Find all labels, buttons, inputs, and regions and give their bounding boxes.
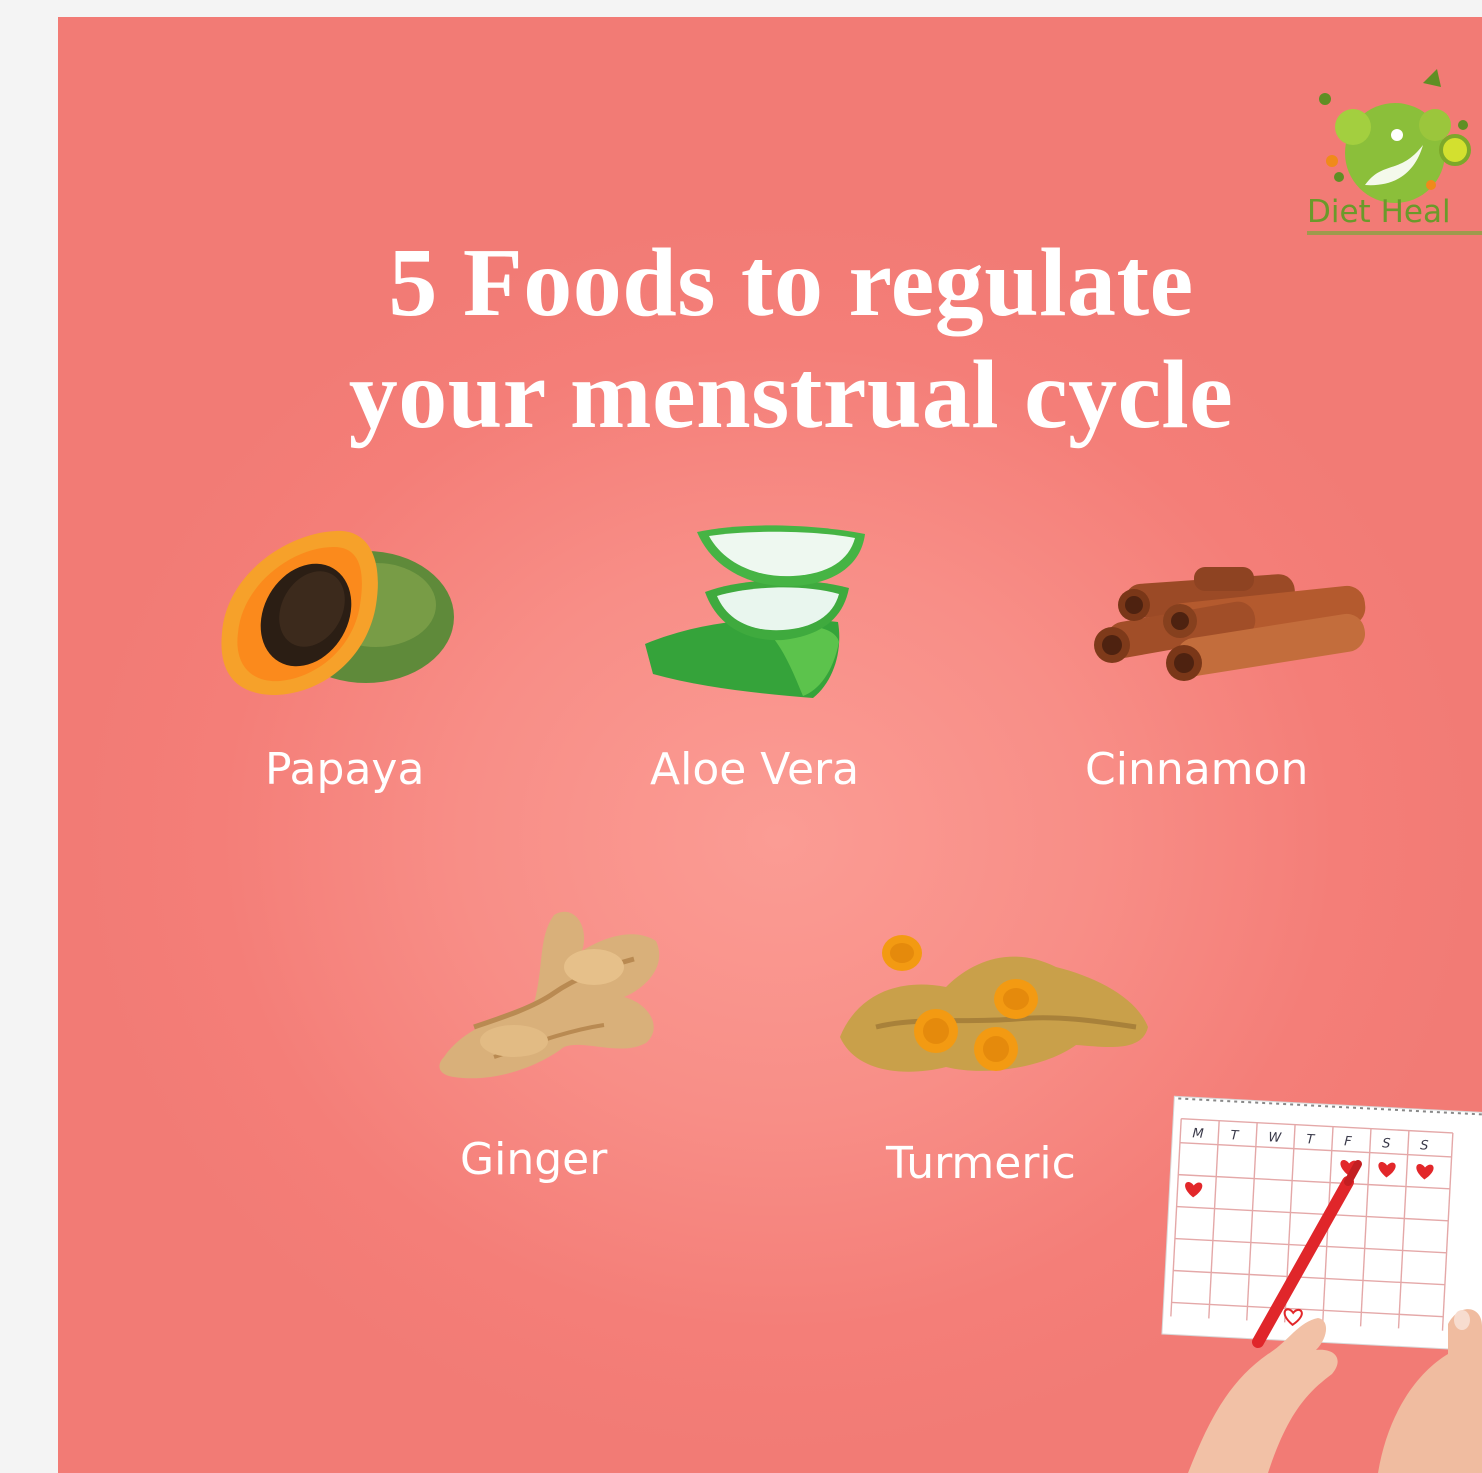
- weekday-label: W: [1268, 1130, 1283, 1146]
- food-label-aloe-vera: Aloe Vera: [650, 744, 860, 795]
- food-label-cinnamon: Cinnamon: [1085, 744, 1309, 795]
- infographic-card: Diet Heal 5 Foods to regulate your menst…: [58, 17, 1482, 1473]
- page-title: 5 Foods to regulate your menstrual cycle: [58, 227, 1482, 451]
- food-label-ginger: Ginger: [460, 1134, 608, 1185]
- papaya-icon: [221, 530, 454, 695]
- cinnamon-icon: [1094, 567, 1366, 681]
- weekday-label: S: [1382, 1136, 1391, 1151]
- weekday-label: M: [1192, 1126, 1204, 1142]
- brand-name: Diet Heal: [1307, 194, 1451, 230]
- weekday-label: F: [1344, 1134, 1353, 1149]
- title-line-1: 5 Foods to regulate: [388, 229, 1194, 337]
- title-line-2: your menstrual cycle: [348, 341, 1234, 449]
- calendar-with-hearts-icon: M T W T F S S: [1161, 1095, 1482, 1473]
- weekday-label: S: [1420, 1138, 1429, 1153]
- turmeric-icon: [840, 935, 1148, 1072]
- food-label-papaya: Papaya: [265, 744, 425, 795]
- food-label-turmeric: Turmeric: [886, 1138, 1076, 1189]
- ginger-icon: [439, 911, 660, 1079]
- aloe-vera-icon: [645, 525, 865, 698]
